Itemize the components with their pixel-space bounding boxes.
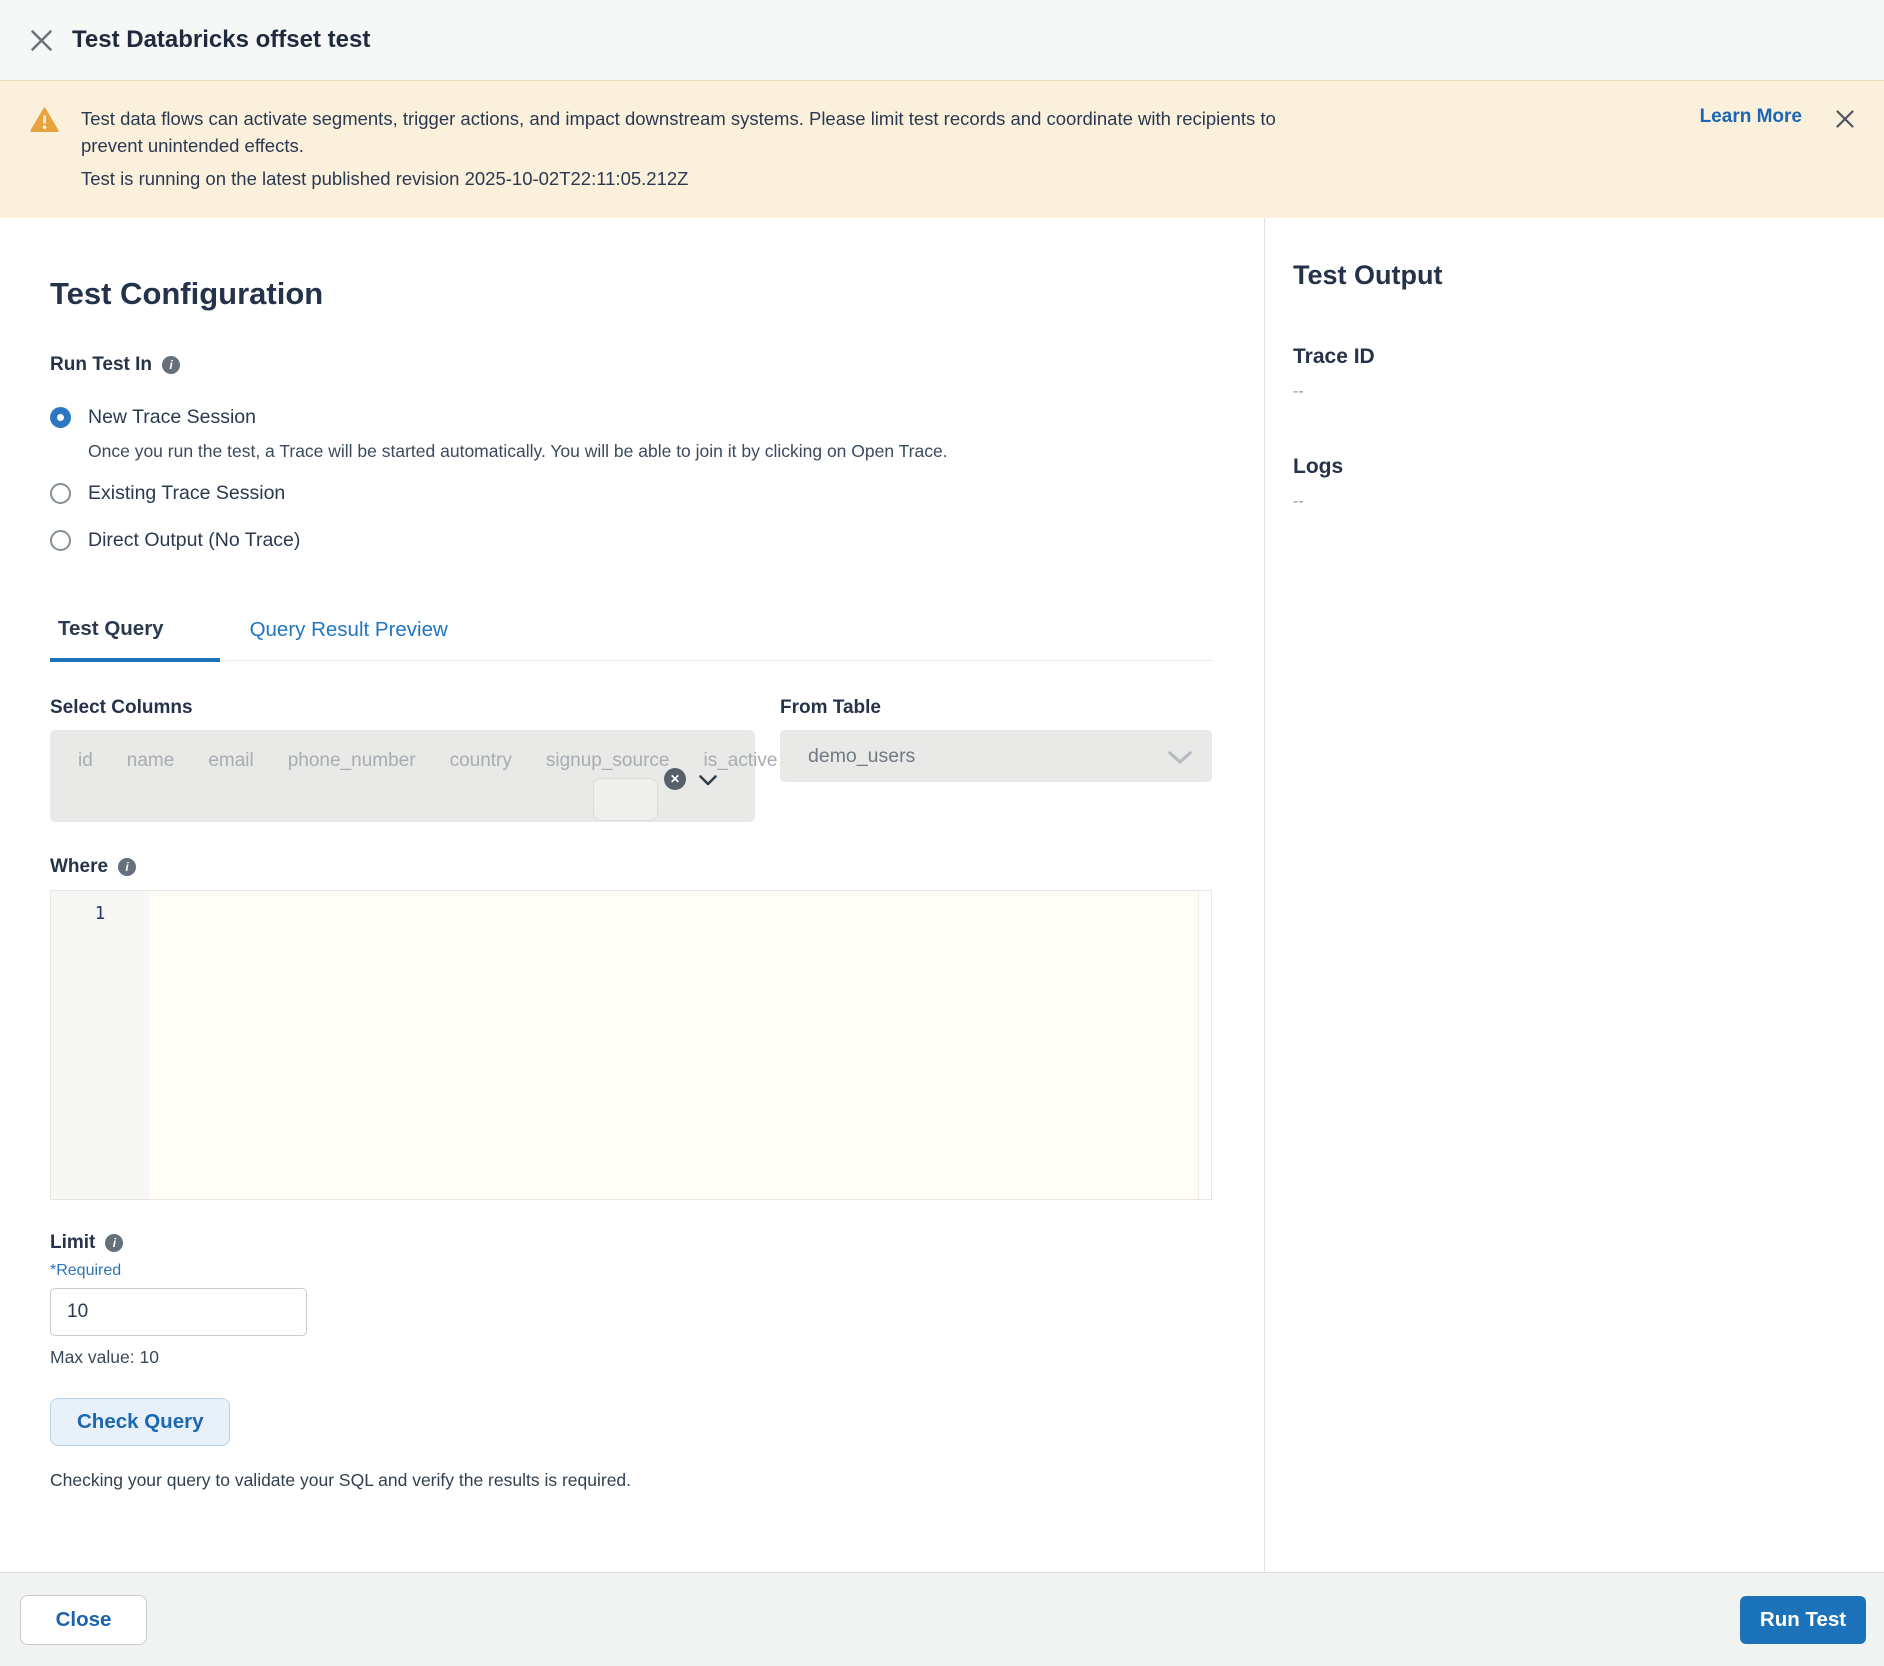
dialog-header: Test Databricks offset test — [0, 0, 1884, 80]
clear-selection-icon[interactable]: ✕ — [664, 768, 686, 790]
column-chip: phone_number — [288, 750, 416, 771]
run-test-in-info-icon[interactable]: i — [162, 356, 180, 374]
warning-message: Test data flows can activate segments, t… — [81, 105, 1331, 159]
radio-button[interactable] — [50, 530, 71, 551]
test-output-title: Test Output — [1293, 260, 1854, 291]
column-chip: name — [127, 750, 175, 771]
limit-label: Limit — [50, 1232, 95, 1254]
test-configuration-panel: Test Configuration Run Test In i New Tra… — [0, 218, 1265, 1572]
radio-button-selected[interactable] — [50, 407, 71, 428]
dialog-title: Test Databricks offset test — [72, 26, 370, 54]
query-builder-row: Select Columns id name email phone_number co… — [50, 697, 1212, 822]
radio-label: Direct Output (No Trace) — [88, 529, 300, 552]
where-label-row: Where i — [50, 856, 1211, 878]
logs-section: Logs -- — [1293, 455, 1854, 511]
column-search-input[interactable] — [593, 778, 658, 821]
limit-label-row: Limit i — [50, 1232, 1211, 1254]
dialog-content: Test Configuration Run Test In i New Tra… — [0, 218, 1884, 1572]
column-chip: is_active — [703, 750, 777, 771]
warning-text-block: Test data flows can activate segments, t… — [81, 105, 1700, 200]
radio-label: Existing Trace Session — [88, 482, 285, 505]
select-columns-label: Select Columns — [50, 697, 755, 719]
radio-direct-output[interactable]: Direct Output (No Trace) — [50, 525, 1211, 555]
from-table-field: From Table demo_users — [780, 697, 1212, 822]
dialog-footer: Close Run Test — [0, 1572, 1884, 1666]
where-info-icon[interactable]: i — [118, 858, 136, 876]
run-test-in-row: Run Test In i — [50, 354, 1211, 376]
check-query-helper: Checking your query to validate your SQL… — [50, 1470, 1211, 1491]
run-test-in-label: Run Test In — [50, 354, 152, 376]
close-button[interactable]: Close — [20, 1595, 147, 1645]
close-icon-glyph — [30, 29, 53, 52]
radio-existing-trace-session[interactable]: Existing Trace Session — [50, 478, 1211, 508]
tab-query-result-preview[interactable]: Query Result Preview — [242, 617, 456, 660]
logs-label: Logs — [1293, 455, 1854, 479]
close-icon[interactable] — [24, 23, 58, 57]
radio-helper-text: Once you run the test, a Trace will be s… — [88, 441, 1211, 462]
logs-value: -- — [1293, 493, 1854, 511]
run-test-in-radio-group: New Trace Session Once you run the test,… — [50, 402, 1211, 555]
test-dialog: Test Databricks offset test Test data fl… — [0, 0, 1884, 1666]
from-table-label: From Table — [780, 697, 1212, 719]
column-chip: country — [450, 750, 512, 771]
chevron-down-icon[interactable] — [699, 773, 717, 791]
editor-text-area[interactable] — [149, 891, 1198, 1199]
banner-close-icon[interactable] — [1832, 106, 1858, 132]
radio-new-trace-session[interactable]: New Trace Session — [50, 402, 1211, 432]
editor-line-number: 1 — [51, 891, 149, 1199]
column-chip: email — [208, 750, 253, 771]
limit-info-icon[interactable]: i — [105, 1234, 123, 1252]
banner-close-glyph — [1835, 109, 1855, 129]
chevron-down-icon — [1168, 751, 1192, 769]
editor-scrollbar[interactable] — [1198, 891, 1211, 1199]
where-editor[interactable]: 1 — [50, 890, 1212, 1200]
page-title: Test Configuration — [50, 276, 1211, 312]
select-columns-field: Select Columns id name email phone_number co… — [50, 697, 755, 822]
max-value-hint: Max value: 10 — [50, 1347, 1211, 1368]
trace-id-section: Trace ID -- — [1293, 345, 1854, 401]
column-chip: signup_source — [546, 750, 670, 771]
column-chip: id — [78, 750, 93, 771]
warning-icon — [30, 107, 59, 200]
warning-banner-actions: Learn More — [1700, 105, 1858, 200]
from-table-select[interactable]: demo_users — [780, 730, 1212, 782]
trace-id-value: -- — [1293, 383, 1854, 401]
run-test-button[interactable]: Run Test — [1740, 1596, 1866, 1644]
radio-button[interactable] — [50, 483, 71, 504]
tab-test-query[interactable]: Test Query — [50, 617, 220, 662]
selected-columns-list: idnameemailphone_numbercountrysignup_sou… — [78, 741, 623, 781]
test-output-panel: Test Output Trace ID -- Logs -- — [1265, 218, 1884, 1572]
limit-input[interactable] — [50, 1288, 307, 1336]
learn-more-link[interactable]: Learn More — [1700, 106, 1802, 128]
from-table-value: demo_users — [808, 745, 915, 768]
check-query-button[interactable]: Check Query — [50, 1398, 230, 1446]
warning-banner: Test data flows can activate segments, t… — [0, 80, 1884, 218]
radio-label: New Trace Session — [88, 406, 256, 429]
required-note: *Required — [50, 1262, 1211, 1280]
trace-id-label: Trace ID — [1293, 345, 1854, 369]
where-field: Where i 1 — [50, 856, 1211, 1200]
where-label: Where — [50, 856, 108, 878]
limit-field: Limit i *Required Max value: 10 — [50, 1232, 1211, 1368]
select-columns-input[interactable]: id name email phone_number country signup_sou… — [50, 730, 755, 822]
query-tabs: Test Query Query Result Preview — [50, 617, 1212, 661]
warning-revision-text: Test is running on the latest published … — [81, 165, 1700, 192]
